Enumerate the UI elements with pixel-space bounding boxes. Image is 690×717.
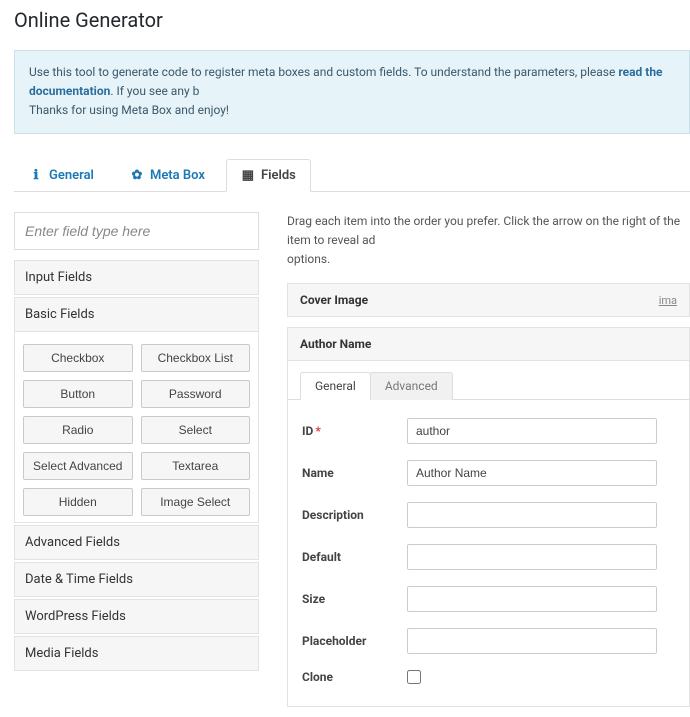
label-id: ID* — [302, 424, 407, 438]
item-author-body: General Advanced ID* Name Description — [287, 361, 690, 707]
accordion-input-fields[interactable]: Input Fields — [14, 260, 259, 295]
field-btn-radio[interactable]: Radio — [23, 416, 133, 444]
accordion-datetime-fields[interactable]: Date & Time Fields — [14, 562, 259, 597]
accordion-media-fields[interactable]: Media Fields — [14, 636, 259, 671]
accordion-advanced-fields[interactable]: Advanced Fields — [14, 525, 259, 560]
page-title: Online Generator — [14, 8, 690, 32]
label-description: Description — [302, 508, 407, 522]
tab-fields[interactable]: ▦ Fields — [226, 159, 311, 192]
drag-instructions-l2: options. — [287, 252, 330, 266]
tab-metabox-label: Meta Box — [150, 168, 205, 183]
field-btn-select[interactable]: Select — [141, 416, 251, 444]
label-placeholder: Placeholder — [302, 634, 407, 648]
input-name[interactable] — [407, 460, 657, 486]
field-btn-hidden[interactable]: Hidden — [23, 488, 133, 516]
search-input[interactable] — [14, 212, 259, 250]
input-default[interactable] — [407, 544, 657, 570]
item-author-title: Author Name — [300, 337, 371, 351]
field-btn-checkbox[interactable]: Checkbox — [23, 344, 133, 372]
grid-icon: ▦ — [241, 168, 255, 183]
notice-text-pre: Use this tool to generate code to regist… — [29, 65, 618, 79]
accordion-wordpress-fields[interactable]: WordPress Fields — [14, 599, 259, 634]
item-cover-image[interactable]: Cover Image ima — [287, 283, 690, 317]
tab-general[interactable]: ℹ General — [14, 159, 109, 192]
label-default: Default — [302, 550, 407, 564]
label-size: Size — [302, 592, 407, 606]
notice-line2: Thanks for using Meta Box and enjoy! — [29, 103, 229, 117]
field-btn-password[interactable]: Password — [141, 380, 251, 408]
right-column: Drag each item into the order you prefer… — [287, 212, 690, 717]
main-tabs: ℹ General ✿ Meta Box ▦ Fields — [14, 158, 690, 192]
label-clone: Clone — [302, 670, 407, 684]
info-icon: ℹ — [29, 168, 43, 183]
drag-instructions-l1: Drag each item into the order you prefer… — [287, 214, 680, 247]
field-btn-checkbox-list[interactable]: Checkbox List — [141, 344, 251, 372]
sub-tab-general[interactable]: General — [300, 372, 371, 400]
notice-box: Use this tool to generate code to regist… — [14, 50, 690, 134]
input-id[interactable] — [407, 418, 657, 444]
field-btn-select-advanced[interactable]: Select Advanced — [23, 452, 133, 480]
item-sub-tabs: General Advanced — [288, 361, 689, 400]
accordion-basic-fields[interactable]: Basic Fields — [14, 297, 259, 332]
drag-instructions: Drag each item into the order you prefer… — [287, 212, 690, 270]
input-size[interactable] — [407, 586, 657, 612]
label-name: Name — [302, 466, 407, 480]
sub-tab-advanced[interactable]: Advanced — [370, 372, 453, 400]
field-btn-button[interactable]: Button — [23, 380, 133, 408]
input-description[interactable] — [407, 502, 657, 528]
accordion-basic-body: Checkbox Checkbox List Button Password R… — [14, 332, 259, 523]
tab-fields-label: Fields — [261, 168, 296, 183]
field-btn-image-select[interactable]: Image Select — [141, 488, 251, 516]
field-btn-textarea[interactable]: Textarea — [141, 452, 251, 480]
input-placeholder[interactable] — [407, 628, 657, 654]
item-author-name[interactable]: Author Name — [287, 327, 690, 361]
notice-text-post: . If you see any b — [110, 84, 199, 98]
tab-metabox[interactable]: ✿ Meta Box — [115, 159, 220, 192]
form-rows: ID* Name Description Default Size — [288, 400, 689, 706]
item-cover-hint: ima — [659, 294, 677, 307]
tab-general-label: General — [49, 168, 94, 183]
left-column: Input Fields Basic Fields Checkbox Check… — [14, 212, 259, 673]
gear-icon: ✿ — [130, 168, 144, 183]
basic-field-buttons: Checkbox Checkbox List Button Password R… — [23, 344, 250, 516]
item-cover-title: Cover Image — [300, 293, 368, 307]
checkbox-clone[interactable] — [407, 670, 421, 684]
